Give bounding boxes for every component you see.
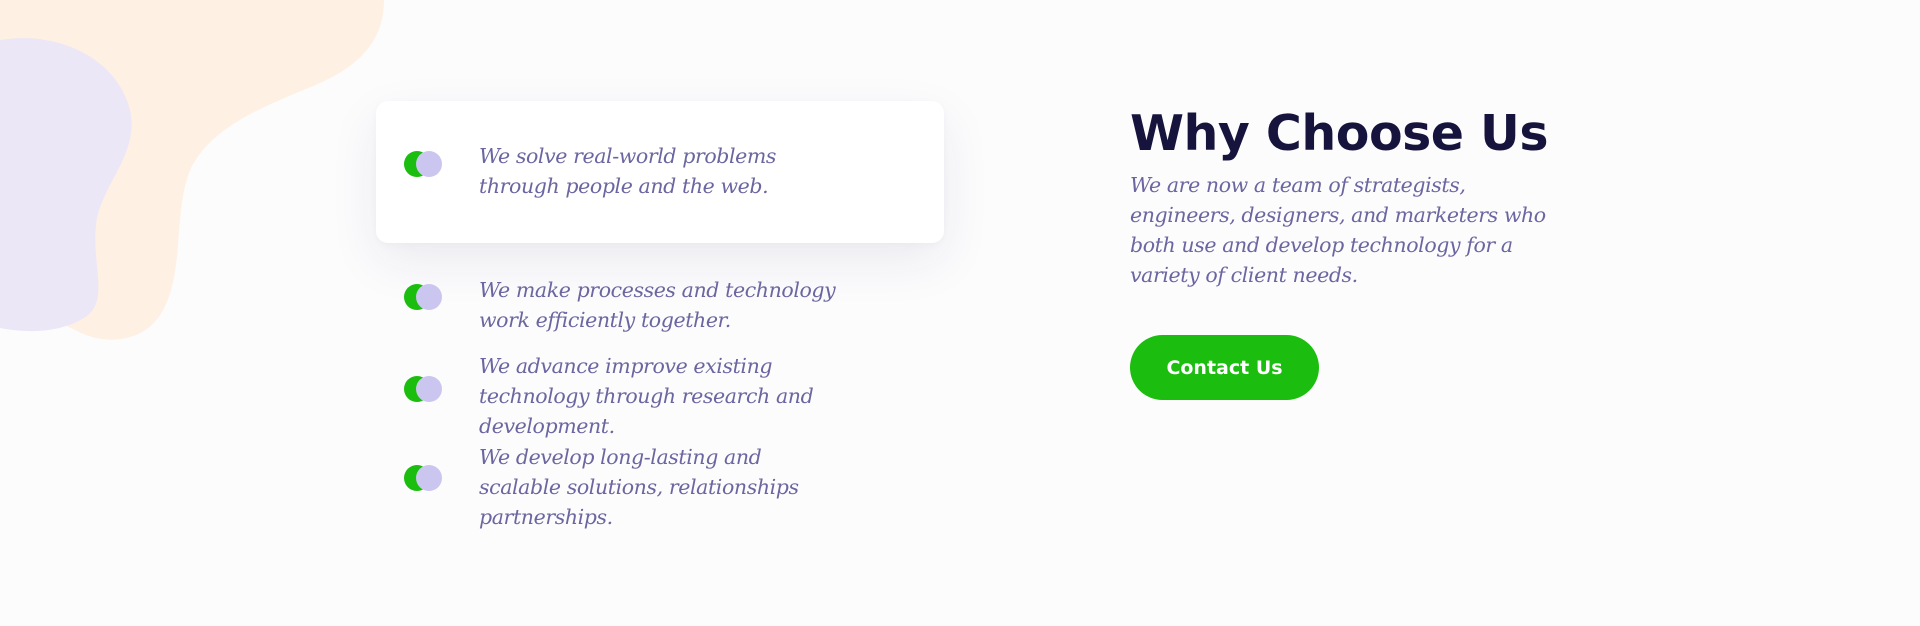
- feature-text: We develop long-lasting and scalable sol…: [479, 445, 799, 529]
- feature-text: We make processes and technology work ef…: [479, 278, 836, 332]
- section-title: Why Choose Us: [1130, 105, 1549, 162]
- lilac-dot: [416, 151, 442, 177]
- lilac-dot: [416, 465, 442, 491]
- why-choose-us-section: We solve real-world problems through peo…: [0, 0, 1920, 626]
- decorative-blob-shape: [0, 0, 384, 340]
- lilac-dot: [416, 284, 442, 310]
- why-choose-us-block: Why Choose Us We are now a team of strat…: [1130, 98, 1610, 400]
- lilac-dot: [416, 376, 442, 402]
- feature-text: We solve real-world problems through peo…: [479, 144, 777, 198]
- toggle-dots-icon: [404, 465, 444, 491]
- contact-us-button[interactable]: Contact Us: [1130, 335, 1319, 400]
- toggle-dots-icon: [404, 376, 444, 402]
- toggle-dots-icon: [404, 151, 444, 177]
- toggle-dots-icon: [404, 284, 444, 310]
- feature-text: We advance improve existing technology t…: [479, 354, 814, 438]
- section-description: We are now a team of strategists, engine…: [1130, 173, 1546, 287]
